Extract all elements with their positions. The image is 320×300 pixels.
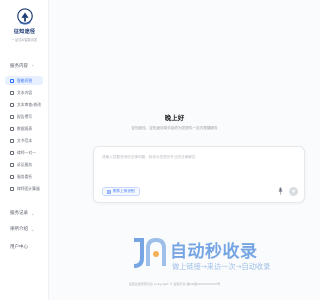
chevron-down-icon: ⌄ bbox=[31, 226, 35, 232]
report-icon bbox=[10, 114, 14, 119]
upload-attachment-button[interactable]: 附件上传识别 bbox=[102, 187, 140, 196]
sidebar-item-label: 文本审查/修改 bbox=[17, 101, 42, 107]
voice-input-button[interactable] bbox=[276, 186, 284, 196]
handshake-icon bbox=[10, 174, 14, 179]
upload-attachment-label: 附件上传识别 bbox=[113, 189, 135, 193]
user-icon bbox=[10, 150, 14, 155]
watermark: 自动秒收录 做上链接→来访一次→自动收录 bbox=[128, 236, 288, 276]
template-icon bbox=[10, 138, 14, 143]
section-records-title[interactable]: 服务记录 ⌄ bbox=[10, 210, 35, 217]
greeting-title: 晚上好 bbox=[164, 114, 185, 122]
microphone-icon bbox=[277, 187, 283, 195]
sidebar-item-templates[interactable]: 文书范本 bbox=[5, 136, 43, 145]
chevron-up-icon: ⌃ bbox=[31, 63, 35, 69]
section-intro-label: 律所介绍 bbox=[10, 227, 28, 232]
calculator-icon bbox=[10, 186, 14, 191]
app-window: 征知途径 一站式AI智能问答 服务内容 ⌃ 智能问答 文本内容 文本审查/修改 … bbox=[0, 0, 305, 300]
greeting-description: 征知途径，征知途径助手始终为您提供一站式便捷服务 bbox=[131, 126, 218, 130]
brand-name: 征知途径 bbox=[13, 29, 36, 35]
paperclip-icon bbox=[107, 189, 111, 194]
sidebar-item-label: 数据报表 bbox=[17, 125, 33, 131]
sidebar-item-calculator[interactable]: 律师团计算器 bbox=[5, 184, 43, 193]
sidebar-item-smart-qa[interactable]: 智能问答 bbox=[5, 76, 43, 85]
section-intro-title[interactable]: 律所介绍 ⌄ bbox=[10, 226, 35, 233]
gavel-icon bbox=[10, 162, 14, 167]
sidebar-item-label: 文书范本 bbox=[17, 137, 33, 143]
sidebar-item-entrust[interactable]: 服务委托 bbox=[5, 172, 43, 181]
section-service-label: 服务内容 bbox=[10, 64, 28, 69]
send-button[interactable] bbox=[289, 187, 298, 196]
brand-logo[interactable]: 征知途径 一站式AI智能问答 bbox=[0, 8, 49, 42]
brand-tagline: 一站式AI智能问答 bbox=[11, 38, 38, 42]
sidebar-item-lawyer-1on1[interactable]: 律师一对一 bbox=[5, 148, 43, 157]
table-icon bbox=[10, 126, 14, 131]
chat-composer: 请输入您要咨询的法律问题，我将为您提供专业的法律解答 附件上传识别 bbox=[93, 146, 305, 203]
chat-icon bbox=[10, 78, 14, 83]
section-records-label: 服务记录 bbox=[10, 211, 28, 216]
question-input[interactable]: 请输入您要咨询的法律问题，我将为您提供专业的法律解答 bbox=[102, 155, 298, 160]
sidebar-item-label: 律师一对一 bbox=[17, 149, 36, 155]
section-service-title[interactable]: 服务内容 ⌃ bbox=[10, 63, 35, 70]
page-footer: 征知途径智慧平台 Copyright © 征知平台 湘ICP备2025XXXXX… bbox=[128, 282, 221, 286]
document-icon bbox=[10, 90, 14, 95]
sidebar-item-label: 报告撰写 bbox=[17, 113, 33, 119]
watermark-logo-icon bbox=[133, 237, 166, 268]
sidebar-item-label: 文本内容 bbox=[17, 89, 33, 95]
sidebar-item-text-review[interactable]: 文本审查/修改 bbox=[5, 100, 43, 109]
send-arrow-icon bbox=[291, 189, 296, 193]
section-user-label: 用户中心 bbox=[10, 245, 28, 250]
section-user-title[interactable]: 用户中心 bbox=[10, 244, 28, 250]
chevron-down-icon: ⌄ bbox=[31, 210, 35, 216]
watermark-title: 自动秒收录 bbox=[170, 242, 258, 262]
watermark-subtitle: 做上链接→来访一次→自动收录 bbox=[172, 262, 271, 271]
edit-icon bbox=[10, 102, 14, 107]
sidebar-item-label: 诉讼服务 bbox=[17, 161, 33, 167]
sidebar-item-report[interactable]: 报告撰写 bbox=[5, 112, 43, 121]
brand-logo-icon bbox=[16, 8, 33, 25]
sidebar-item-text-content[interactable]: 文本内容 bbox=[5, 88, 43, 97]
sidebar-item-label: 智能问答 bbox=[17, 77, 33, 83]
sidebar-item-data-sheet[interactable]: 数据报表 bbox=[5, 124, 43, 133]
sidebar-item-litigation[interactable]: 诉讼服务 bbox=[5, 160, 43, 169]
sidebar-item-label: 律师团计算器 bbox=[17, 185, 40, 191]
sidebar-item-label: 服务委托 bbox=[17, 173, 33, 179]
sidebar: 征知途径 一站式AI智能问答 服务内容 ⌃ 智能问答 文本内容 文本审查/修改 … bbox=[0, 0, 49, 300]
